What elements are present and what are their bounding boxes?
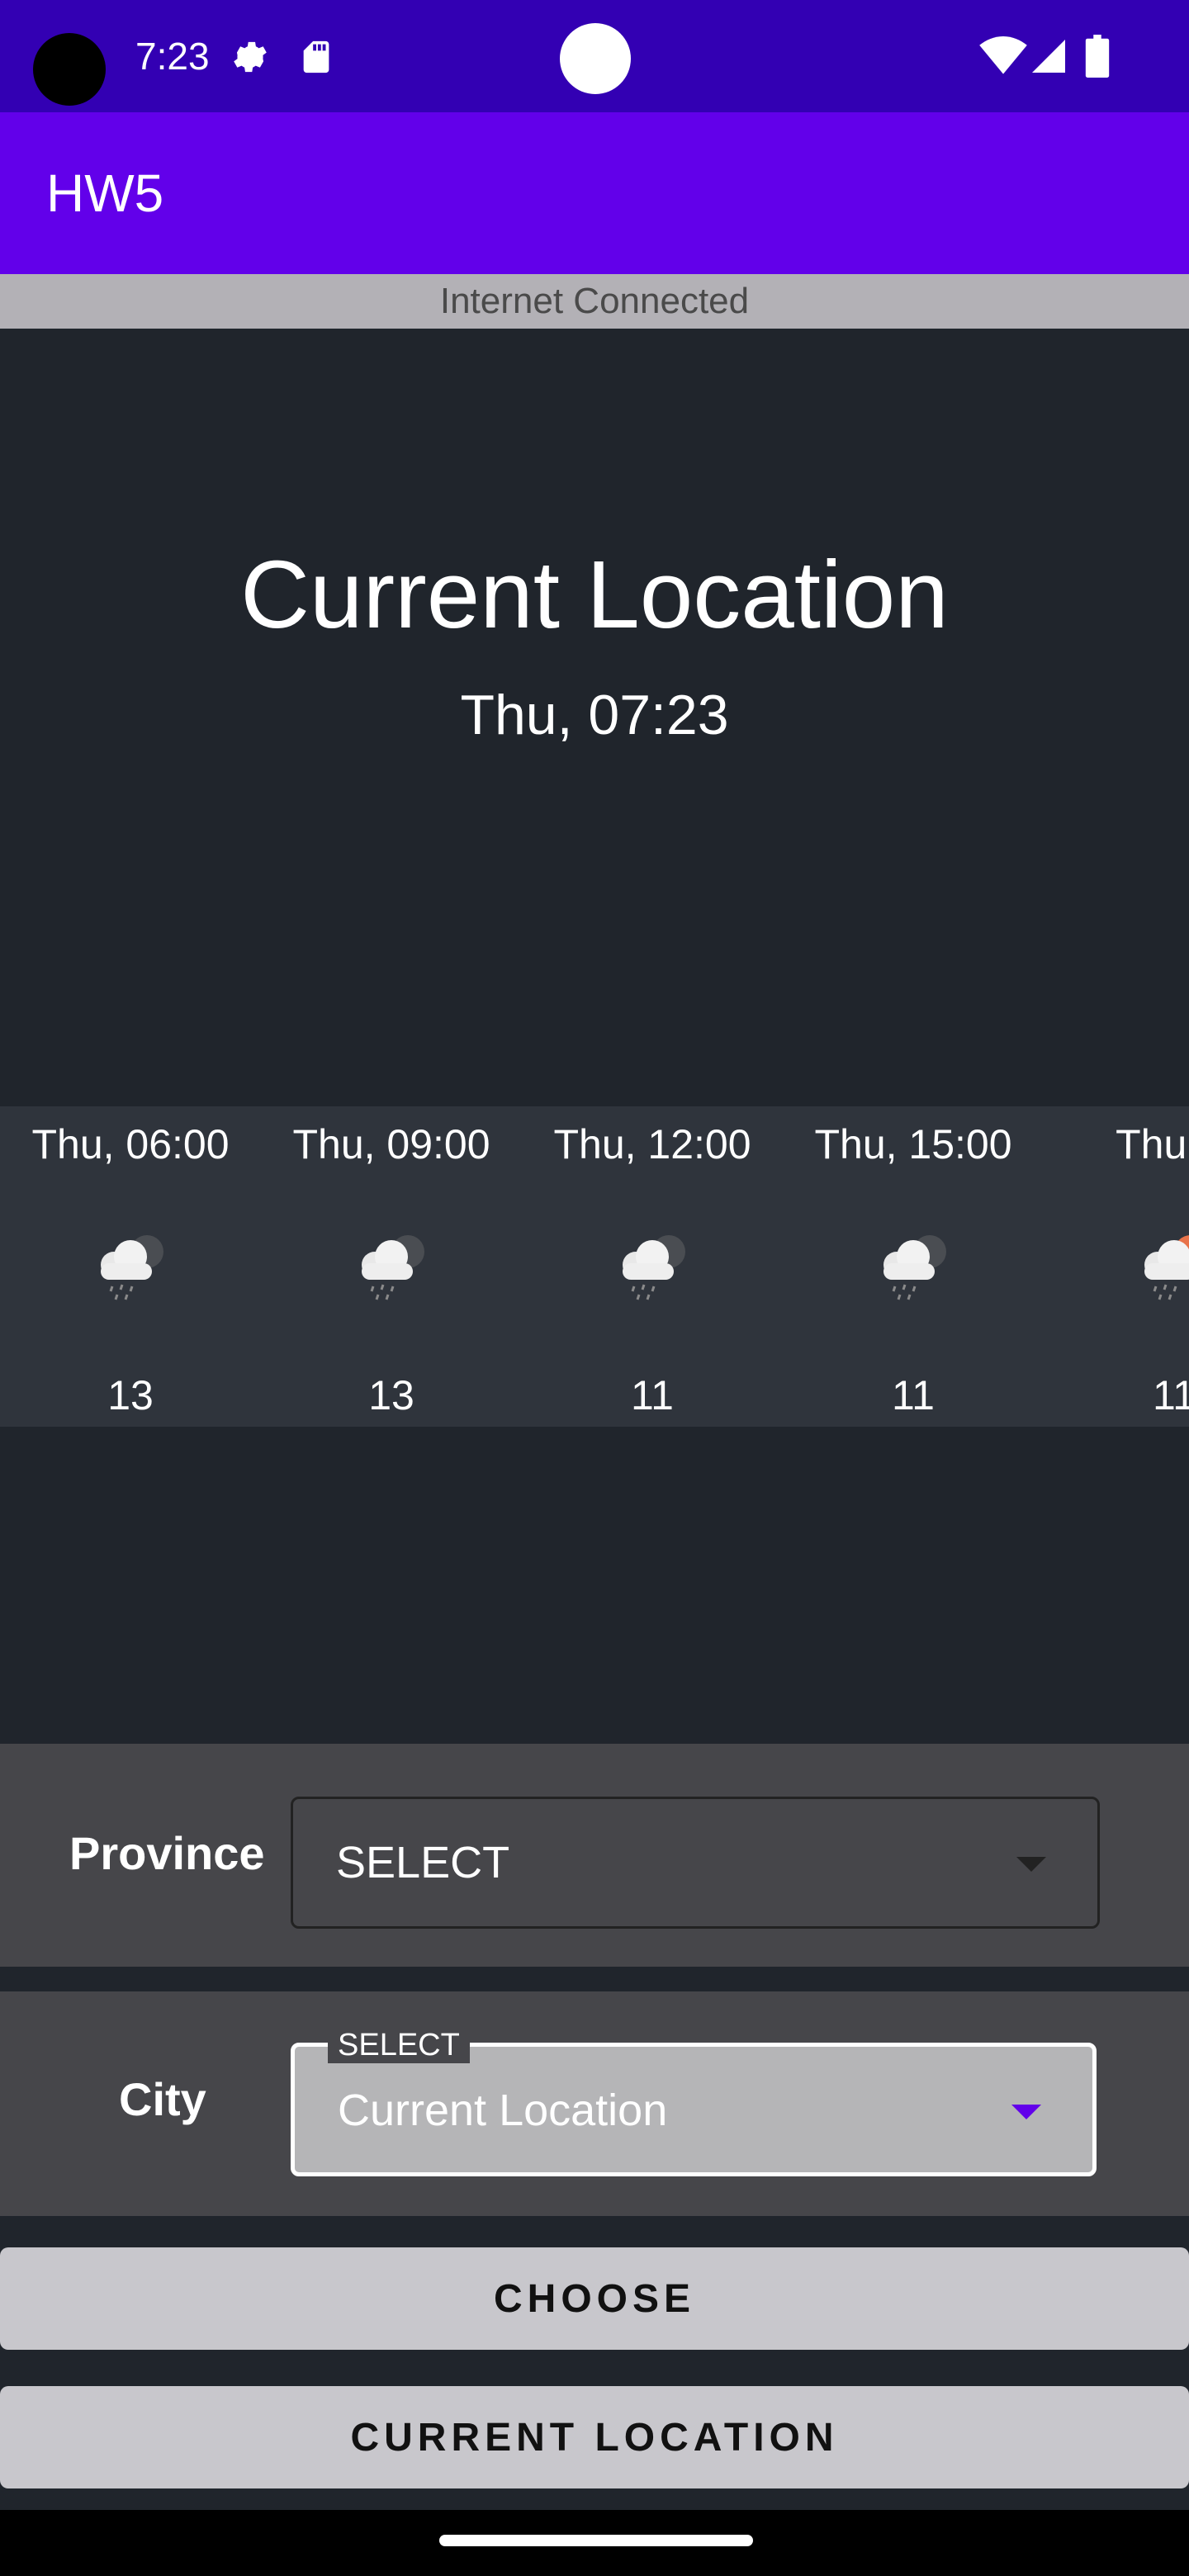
dropdown-arrow-icon bbox=[1011, 2105, 1041, 2119]
forecast-item[interactable]: Thu, 12:00 11 bbox=[522, 1106, 783, 1427]
signal-icon bbox=[1032, 40, 1065, 73]
forecast-temp: 13 bbox=[368, 1372, 414, 1418]
forecast-time: Thu, 06:00 bbox=[31, 1121, 230, 1167]
city-dropdown-value: Current Location bbox=[338, 2086, 668, 2135]
location-datetime: Thu, 07:23 bbox=[460, 684, 729, 746]
forecast-item[interactable]: Thu, 06:00 13 bbox=[0, 1106, 261, 1427]
cloud-rain-day-icon bbox=[1144, 1235, 1189, 1300]
status-time: 7:23 bbox=[135, 35, 210, 78]
forecast-time: Thu, 15:00 bbox=[814, 1121, 1012, 1167]
forecast-item[interactable]: Thu, 1 11 bbox=[1044, 1106, 1189, 1427]
forecast-temp: 11 bbox=[892, 1372, 935, 1418]
wifi-icon bbox=[979, 36, 1027, 74]
city-dropdown[interactable]: SELECT Current Location bbox=[291, 2027, 1097, 2176]
network-status-text: Internet Connected bbox=[439, 281, 750, 321]
camera-cutout bbox=[33, 33, 106, 106]
forecast-temp: 13 bbox=[107, 1372, 154, 1418]
cloud-rain-night-icon bbox=[883, 1235, 946, 1300]
forecast-item[interactable]: Thu, 15:00 11 bbox=[783, 1106, 1044, 1427]
forecast-item[interactable]: Thu, 09:00 13 bbox=[261, 1106, 522, 1427]
sd-card-icon bbox=[303, 40, 329, 73]
cloud-rain-night-icon bbox=[362, 1235, 424, 1300]
dropdown-arrow-icon bbox=[1016, 1857, 1046, 1872]
cloud-rain-night-icon bbox=[623, 1235, 685, 1300]
cloud-rain-night-icon bbox=[101, 1235, 163, 1300]
notification-dot bbox=[560, 23, 631, 94]
home-gesture-handle[interactable] bbox=[439, 2535, 753, 2546]
province-label: Province bbox=[69, 1827, 265, 1879]
battery-icon bbox=[1085, 35, 1110, 78]
forecast-temp: 11 bbox=[631, 1372, 674, 1418]
choose-button[interactable]: CHOOSE bbox=[0, 2247, 1189, 2350]
province-dropdown-value: SELECT bbox=[336, 1838, 510, 1887]
settings-gear-icon bbox=[234, 41, 267, 73]
city-dropdown-legend: SELECT bbox=[328, 2027, 470, 2063]
app-title: HW5 bbox=[46, 163, 164, 223]
forecast-time: Thu, 12:00 bbox=[553, 1121, 751, 1167]
current-location-button[interactable]: CURRENT LOCATION bbox=[0, 2386, 1189, 2488]
forecast-time: Thu, 1 bbox=[1116, 1121, 1189, 1167]
network-status-banner: Internet Connected bbox=[0, 274, 1189, 329]
province-dropdown[interactable]: SELECT bbox=[291, 1797, 1100, 1929]
location-title: Current Location bbox=[240, 541, 949, 648]
forecast-time: Thu, 09:00 bbox=[292, 1121, 490, 1167]
hourly-forecast-list[interactable]: Thu, 06:00 13 Thu, 09:00 13 Thu, 12:00 1… bbox=[0, 1106, 1189, 1427]
app-bar bbox=[0, 112, 1189, 274]
city-label: City bbox=[119, 2073, 206, 2125]
forecast-temp: 11 bbox=[1153, 1372, 1189, 1418]
